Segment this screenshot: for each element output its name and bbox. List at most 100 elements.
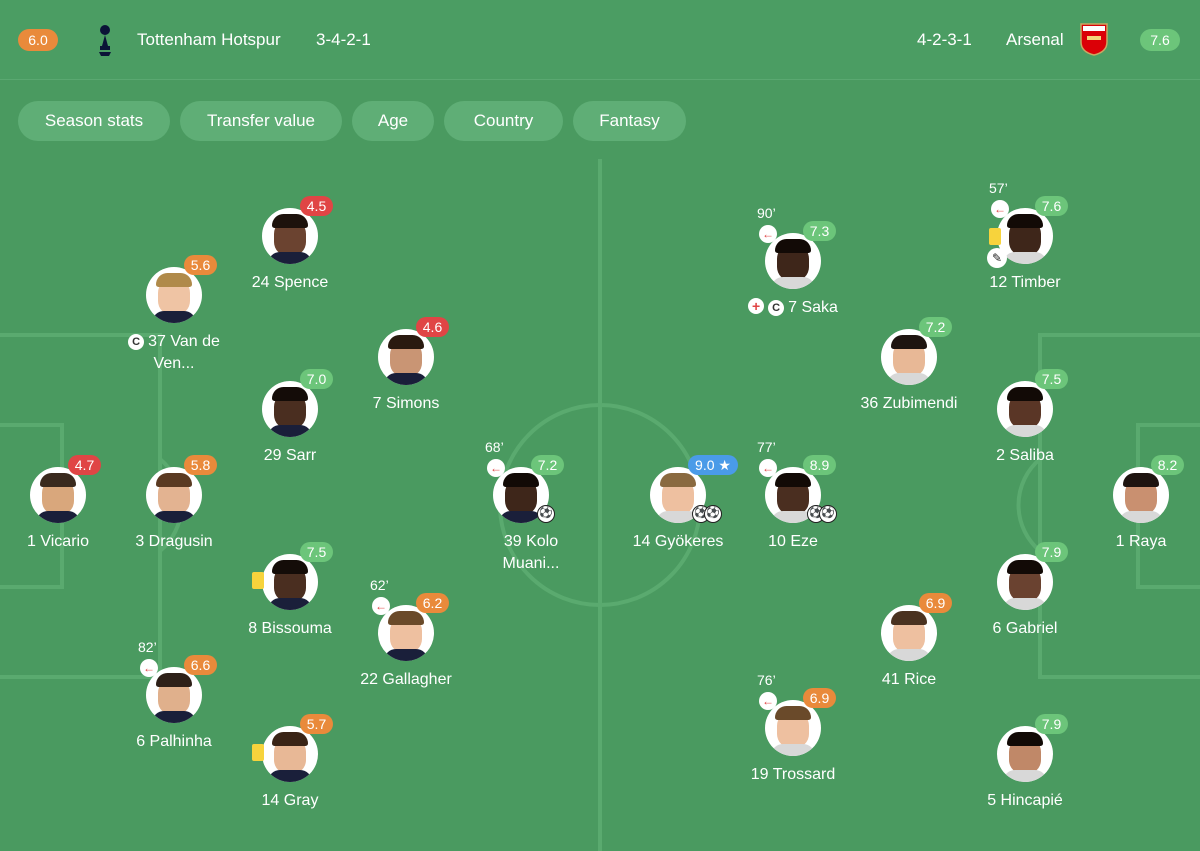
- sub-off-icon: ←: [991, 200, 1009, 218]
- player-name: 14 Gyökeres: [632, 533, 724, 550]
- player-rating: 8.2: [1151, 455, 1184, 475]
- player-rating: 8.9: [803, 455, 836, 475]
- substitution-minute: 68’: [485, 439, 504, 455]
- player-rating: 7.2: [531, 455, 564, 475]
- player-photo: [146, 267, 202, 323]
- player-rating: 7.0: [300, 369, 333, 389]
- filter-country[interactable]: Country: [444, 101, 563, 141]
- player-name: + C 7 Saka: [723, 297, 863, 319]
- player-rating: 4.5: [300, 196, 333, 216]
- player-name: 1 Raya: [1115, 533, 1167, 550]
- substitution-minute: 77’: [757, 439, 776, 455]
- player-name: 3 Dragusin: [135, 533, 213, 550]
- sub-off-icon: ←: [140, 659, 158, 677]
- filter-age[interactable]: Age: [352, 101, 434, 141]
- player-photo: [262, 208, 318, 264]
- player-name: 6 Palhinha: [136, 733, 212, 750]
- filter-fantasy[interactable]: Fantasy: [573, 101, 686, 141]
- player-rating: 4.6: [416, 317, 449, 337]
- player-name: 2 Saliba: [996, 447, 1054, 464]
- player-photo: [1113, 467, 1169, 523]
- sub-off-icon: ←: [759, 225, 777, 243]
- filter-season-stats[interactable]: Season stats: [18, 101, 170, 141]
- captain-icon: C: [768, 300, 785, 316]
- pitch: 4.7 1 Vicario 5.8 3 Dragusin 5.6 C 37 Van…: [0, 159, 1200, 851]
- yellow-card-icon: [252, 744, 264, 761]
- stat-filter-bar: Season stats Transfer value Age Country …: [0, 81, 1200, 159]
- sub-off-icon: ←: [487, 459, 505, 477]
- player-photo: [146, 667, 202, 723]
- player-rating: 5.6: [184, 255, 217, 275]
- player-rating: 6.9: [919, 593, 952, 613]
- sub-off-icon: ←: [759, 692, 777, 710]
- player-name: 6 Gabriel: [992, 620, 1058, 637]
- player-rating: 7.5: [1035, 369, 1068, 389]
- player-name: C 37 Van de Ven...: [114, 331, 234, 375]
- arsenal-crest-icon: [1080, 23, 1108, 56]
- substitution-minute: 76’: [757, 672, 776, 688]
- player-rating: 7.9: [1035, 542, 1068, 562]
- player-photo: [997, 726, 1053, 782]
- player-rating: 9.0 ★: [688, 455, 738, 475]
- player-photo: [997, 381, 1053, 437]
- assist-boot-icon: ✎: [987, 248, 1007, 268]
- captain-icon: C: [128, 334, 145, 350]
- player-name: 22 Gallagher: [360, 671, 452, 688]
- away-team-name: Arsenal: [1006, 30, 1064, 49]
- match-header: 6.0 Tottenham Hotspur 3-4-2-1 4-2-3-1 Ar…: [0, 0, 1200, 80]
- away-formation: 4-2-3-1: [917, 30, 972, 49]
- player-name: 41 Rice: [881, 671, 937, 688]
- home-formation: 3-4-2-1: [316, 30, 371, 49]
- player-rating: 6.6: [184, 655, 217, 675]
- sub-off-icon: ←: [372, 597, 390, 615]
- substitution-minute: 62’: [370, 577, 389, 593]
- goal-icon: ⚽: [537, 505, 555, 523]
- player-rating: 4.7: [68, 455, 101, 475]
- player-rating: 7.3: [803, 221, 836, 241]
- yellow-card-icon: [989, 228, 1001, 245]
- tottenham-crest-icon: [99, 25, 111, 56]
- player-name: 5 Hincapié: [987, 792, 1063, 809]
- player-rating: 7.6: [1035, 196, 1068, 216]
- player-rating: 5.7: [300, 714, 333, 734]
- substitution-minute: 57’: [989, 180, 1008, 196]
- player-photo: [378, 605, 434, 661]
- player-rating: 6.9: [803, 688, 836, 708]
- player-name: 36 Zubimendi: [860, 395, 958, 412]
- filter-transfer-value[interactable]: Transfer value: [180, 101, 342, 141]
- player-photo: [378, 329, 434, 385]
- player-photo: [30, 467, 86, 523]
- player-name: 24 Spence: [251, 274, 329, 291]
- home-team-name: Tottenham Hotspur: [137, 30, 281, 49]
- player-photo: [262, 554, 318, 610]
- player-photo: [997, 554, 1053, 610]
- substitution-minute: 82’: [138, 639, 157, 655]
- player-photo: [262, 726, 318, 782]
- goal-icon: ⚽: [819, 505, 837, 523]
- player-rating: 5.8: [184, 455, 217, 475]
- away-team-rating: 7.6: [1140, 29, 1180, 51]
- goal-icon: ⚽: [704, 505, 722, 523]
- player-photo: [881, 605, 937, 661]
- player-name: 7 Simons: [372, 395, 440, 412]
- player-rating: 7.2: [919, 317, 952, 337]
- player-name: 14 Gray: [261, 792, 319, 809]
- player-name: 39 Kolo Muani...: [502, 533, 560, 572]
- player-name: 12 Timber: [989, 274, 1061, 291]
- player-photo: [146, 467, 202, 523]
- player-name: 8 Bissouma: [248, 620, 332, 637]
- player-name: 19 Trossard: [750, 766, 836, 783]
- player-name: 29 Sarr: [263, 447, 317, 464]
- player-rating: 7.5: [300, 542, 333, 562]
- home-team-rating: 6.0: [18, 29, 58, 51]
- player-photo: [881, 329, 937, 385]
- star-icon: ★: [718, 457, 731, 473]
- injury-icon: +: [748, 298, 765, 314]
- yellow-card-icon: [252, 572, 264, 589]
- player-photo: [765, 233, 821, 289]
- substitution-minute: 90’: [757, 205, 776, 221]
- player-rating: 7.9: [1035, 714, 1068, 734]
- player-photo: [765, 700, 821, 756]
- sub-off-icon: ←: [759, 459, 777, 477]
- player-photo: [262, 381, 318, 437]
